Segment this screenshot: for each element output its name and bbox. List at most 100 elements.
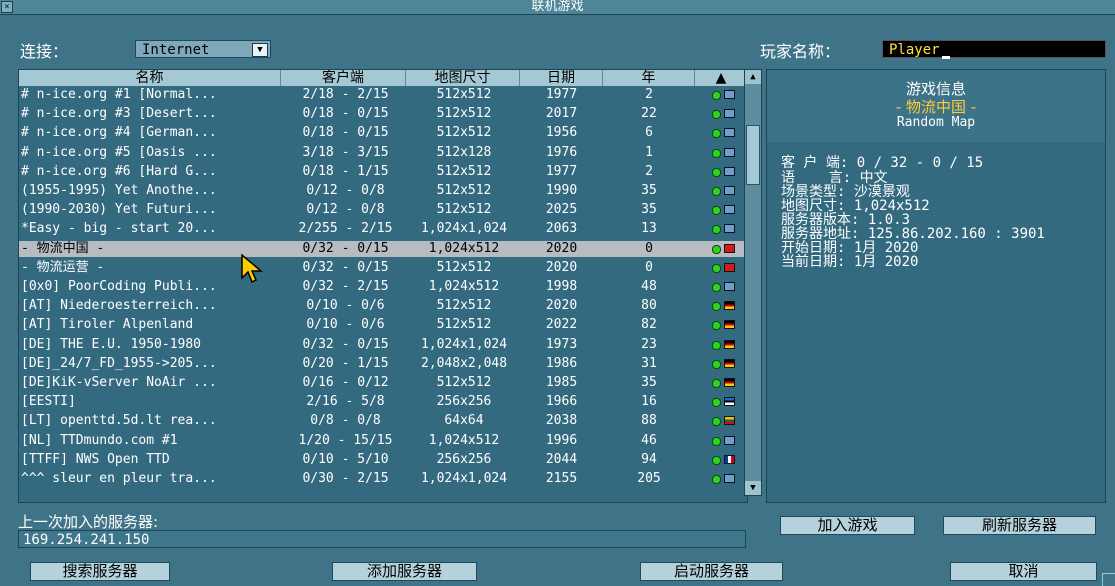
server-date-cell: 2038: [545, 413, 578, 429]
country-flag-icon: [724, 397, 735, 407]
country-flag-icon: [724, 454, 735, 464]
server-row[interactable]: (1955-1995) Yet Anothe... 0/12 - 0/8 512x5…: [19, 183, 747, 199]
server-name-cell: [TTFF] NWS Open TTD: [21, 451, 170, 467]
country-flag-icon: [724, 378, 735, 387]
server-years-cell: 31: [641, 355, 657, 371]
column-header-years[interactable]: 年: [603, 70, 695, 86]
country-flag-icon: [724, 262, 735, 272]
server-row[interactable]: [AT] Tiroler Alpenland 0/10 - 0/6 512x512 2…: [19, 317, 747, 333]
title-bar[interactable]: × 联机游戏: [0, 0, 1115, 15]
version-ok-icon: [712, 263, 721, 273]
server-date-cell: 1998: [545, 279, 578, 294]
info-flag-icon: [724, 109, 735, 119]
server-years-cell: 23: [641, 336, 657, 352]
server-clients-cell: 0/32 - 2/15: [302, 279, 389, 294]
server-map-cell: 1,024x1,024: [420, 336, 508, 352]
server-date-cell: 1973: [545, 336, 578, 352]
server-row[interactable]: # n-ice.org #5 [Oasis ... 3/18 - 3/15 512x…: [19, 145, 747, 161]
server-clients-cell: 0/18 - 1/15: [302, 163, 389, 179]
server-date-cell: 2063: [545, 221, 578, 237]
server-clients-cell: 0/20 - 1/15: [302, 355, 389, 371]
server-years-cell: 35: [641, 183, 657, 198]
connection-dropdown[interactable]: Internet ▼: [135, 40, 271, 58]
server-name-cell: [DE] THE E.U. 1950-1980: [21, 336, 202, 352]
server-years-cell: 0: [645, 240, 653, 256]
join-game-button[interactable]: 加入游戏: [780, 516, 915, 535]
server-row[interactable]: [TTFF] NWS Open TTD 0/10 - 5/10 256x256 204…: [19, 452, 747, 468]
column-header-name[interactable]: 名称: [19, 70, 281, 86]
search-server-button[interactable]: 搜索服务器: [30, 562, 170, 581]
server-row[interactable]: [AT] Niederoesterreich... 0/10 - 0/6 512x5…: [19, 298, 747, 314]
game-info-panel: 游戏信息 - 物流中国 - Random Map 客 户 端: 0 / 32 -…: [766, 69, 1106, 503]
start-server-button[interactable]: 启动服务器: [640, 562, 783, 581]
server-name-cell: [DE]KiK-vServer NoAir ...: [21, 375, 217, 390]
server-row[interactable]: (1990-2030) Yet Futuri... 0/12 - 0/8 512x5…: [19, 202, 747, 218]
server-row[interactable]: # n-ice.org #3 [Desert... 0/18 - 0/15 512x…: [19, 106, 747, 122]
server-clients-cell: 0/12 - 0/8: [306, 202, 385, 218]
server-row[interactable]: # n-ice.org #1 [Normal... 2/18 - 2/15 512x…: [19, 87, 747, 103]
server-name-cell: (1955-1995) Yet Anothe...: [21, 183, 217, 198]
server-date-cell: 1977: [545, 87, 578, 102]
info-flag-icon: [724, 282, 735, 291]
version-ok-icon: [712, 244, 721, 254]
info-flag-icon: [724, 224, 735, 234]
sort-arrow-icon[interactable]: ▲: [695, 70, 747, 86]
server-map-cell: 1,024x512: [428, 240, 500, 256]
server-name-cell: [DE]_24/7_FD_1955->205...: [21, 355, 217, 371]
cancel-button[interactable]: 取消: [950, 562, 1097, 581]
column-header-clients[interactable]: 客户端: [281, 70, 406, 86]
game-info-map: Random Map: [896, 115, 976, 130]
server-years-cell: 88: [641, 413, 657, 429]
server-clients-cell: 3/18 - 3/15: [302, 144, 389, 160]
server-row[interactable]: [DE] THE E.U. 1950-1980 0/32 - 0/15 1,024x…: [19, 337, 747, 353]
server-row[interactable]: [NL] TTDmundo.com #1 1/20 - 15/15 1,024x51…: [19, 433, 747, 449]
server-name-cell: [AT] Tiroler Alpenland: [21, 317, 194, 333]
version-ok-icon: [712, 302, 721, 312]
server-row[interactable]: [LT] openttd.5d.lt rea... 0/8 - 0/8 64x64 2…: [19, 413, 747, 429]
server-list-scrollbar[interactable]: ▲ ▼: [744, 69, 762, 496]
version-ok-icon: [712, 110, 721, 120]
server-row[interactable]: # n-ice.org #4 [German... 0/18 - 0/15 512x…: [19, 125, 747, 141]
info-flag-icon: [724, 166, 735, 176]
country-flag-icon: [724, 339, 735, 349]
server-row[interactable]: # n-ice.org #6 [Hard G... 0/18 - 1/15 512x…: [19, 164, 747, 180]
server-map-cell: 512x512: [436, 317, 492, 333]
server-row[interactable]: - 物流运营 -0/32 - 0/15 512x512 2020 0: [19, 260, 747, 276]
last-server-field[interactable]: 169.254.241.150: [18, 530, 746, 548]
server-row[interactable]: - 物流中国 -0/32 - 0/15 1,024x512 2020 0: [19, 240, 747, 257]
version-ok-icon: [712, 475, 721, 484]
server-list[interactable]: 名称 客户端 地图尺寸 日期 年 ▲ # n-ice.org #1 [Norma…: [18, 69, 748, 503]
scrollbar-thumb[interactable]: [746, 125, 760, 185]
server-name-cell: [NL] TTDmundo.com #1: [21, 432, 178, 448]
server-name-cell: # n-ice.org #1 [Normal...: [21, 87, 217, 102]
resize-handle-icon[interactable]: [1102, 573, 1115, 586]
add-server-button[interactable]: 添加服务器: [332, 562, 477, 581]
player-name-input[interactable]: Player: [882, 40, 1106, 59]
refresh-server-button[interactable]: 刷新服务器: [943, 516, 1096, 535]
server-row[interactable]: [0x0] PoorCoding Publi... 0/32 - 2/15 1,02…: [19, 279, 747, 295]
server-years-cell: 16: [641, 394, 657, 410]
server-years-cell: 13: [641, 221, 657, 237]
scroll-up-icon[interactable]: ▲: [745, 70, 761, 84]
chevron-down-icon[interactable]: ▼: [252, 43, 268, 57]
server-row[interactable]: [DE]KiK-vServer NoAir ... 0/16 - 0/12 512x…: [19, 375, 747, 391]
server-row[interactable]: [DE]_24/7_FD_1955->205... 0/20 - 1/15 2,04…: [19, 356, 747, 372]
server-row[interactable]: [EESTI] 2/16 - 5/8 256x256 1966 16: [19, 394, 747, 410]
server-clients-cell: 0/8 - 0/8: [310, 413, 381, 429]
server-row[interactable]: *Easy - big - start 20... 2/255 - 2/15 1,0…: [19, 221, 747, 237]
info-flag-icon: [724, 474, 735, 483]
server-years-cell: 80: [641, 298, 657, 314]
server-date-cell: 2020: [545, 298, 578, 314]
server-name-cell: [LT] openttd.5d.lt rea...: [21, 413, 217, 429]
column-header-map-size[interactable]: 地图尺寸: [406, 70, 520, 86]
scroll-down-icon[interactable]: ▼: [745, 481, 761, 495]
server-row[interactable]: ^^^ sleur en pleur tra... 0/30 - 2/15 1,02…: [19, 471, 747, 487]
last-server-label: 上一次加入的服务器:: [18, 513, 159, 531]
server-years-cell: 0: [645, 259, 653, 275]
column-header-date[interactable]: 日期: [520, 70, 603, 86]
version-ok-icon: [712, 187, 721, 196]
info-flag-icon: [724, 90, 735, 99]
server-date-cell: 1986: [545, 355, 578, 371]
country-flag-icon: [724, 301, 735, 311]
server-map-cell: 1,024x512: [428, 432, 500, 448]
